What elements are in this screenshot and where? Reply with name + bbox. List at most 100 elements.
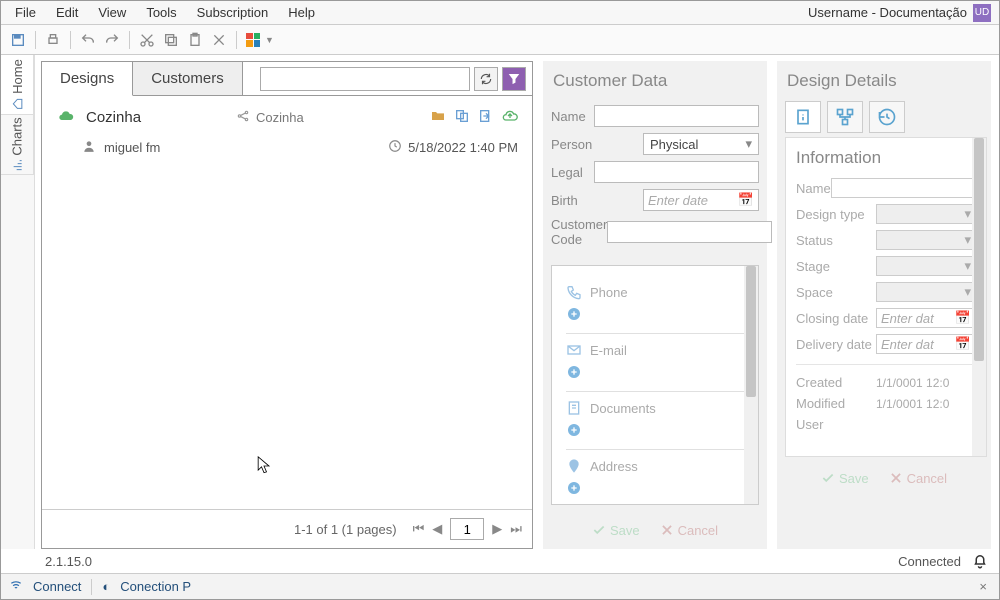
input-legal[interactable] [594, 161, 759, 183]
scrollbar[interactable] [972, 138, 986, 456]
pager-next-icon[interactable]: ▶ [492, 521, 502, 537]
input-customer-name[interactable] [594, 105, 759, 127]
cut-icon[interactable] [136, 29, 158, 51]
history-tab-icon[interactable] [869, 101, 905, 133]
pager-page-input[interactable] [450, 518, 484, 540]
section-address: Address [566, 458, 744, 474]
information-heading: Information [796, 148, 976, 168]
calendar-icon[interactable]: 📅 [955, 336, 971, 352]
add-phone-icon[interactable] [566, 306, 744, 325]
menu-subscription[interactable]: Subscription [187, 2, 279, 23]
select-person-type[interactable]: Physical▾ [643, 133, 759, 155]
input-design-name[interactable] [831, 178, 984, 198]
color-picker-icon[interactable] [243, 30, 263, 50]
design-details-panel: Design Details Information Name Design t… [777, 61, 991, 549]
customer-data-title: Customer Data [543, 61, 767, 97]
sidetab-charts[interactable]: Charts [1, 115, 34, 175]
pager-first-icon[interactable]: ⏮ [413, 521, 425, 537]
input-delivery-date[interactable]: Enter dat📅 [876, 334, 976, 354]
customer-cancel-button[interactable]: Cancel [660, 523, 718, 538]
pager: 1-1 of 1 (1 pages) ⏮ ◀ ▶ ⏭ [42, 509, 532, 548]
design-cancel-button[interactable]: Cancel [889, 471, 947, 486]
contact-sections: Phone E-mail Documents Address [551, 265, 759, 505]
pager-prev-icon[interactable]: ◀ [432, 521, 442, 537]
wifi-icon [9, 578, 23, 595]
select-space[interactable]: ▾ [876, 282, 976, 302]
input-closing-date[interactable]: Enter dat📅 [876, 308, 976, 328]
status-bar-upper: 2.1.15.0 Connected [35, 549, 999, 573]
header-username: Username - Documentação [808, 5, 967, 20]
design-subrow[interactable]: miguel fm 5/18/2022 1:40 PM [52, 133, 522, 162]
cloud-icon [56, 108, 76, 127]
toolbar: ▼ [1, 25, 999, 55]
section-documents: Documents [566, 400, 744, 416]
design-save-button[interactable]: Save [821, 471, 869, 486]
design-row[interactable]: Cozinha Cozinha [52, 102, 522, 133]
graph-tab-icon[interactable] [827, 101, 863, 133]
menu-tools[interactable]: Tools [136, 2, 186, 23]
customer-save-button[interactable]: Save [592, 523, 640, 538]
user-avatar-badge[interactable]: UD [973, 4, 991, 22]
menu-edit[interactable]: Edit [46, 2, 88, 23]
design-name: Cozinha [86, 109, 236, 126]
version-label: 2.1.15.0 [45, 554, 92, 569]
add-document-icon[interactable] [566, 422, 744, 441]
connection-p-label[interactable]: Conection P [120, 579, 191, 594]
design-actions: Save Cancel [777, 461, 991, 496]
redo-icon[interactable] [101, 29, 123, 51]
tab-customers[interactable]: Customers [133, 62, 243, 95]
label-space: Space [796, 285, 876, 300]
copy-icon[interactable] [160, 29, 182, 51]
sidetab-home[interactable]: Home [1, 55, 34, 115]
info-tab-icon[interactable] [785, 101, 821, 133]
save-icon[interactable] [7, 29, 29, 51]
design-owner: miguel fm [104, 140, 160, 155]
bell-icon[interactable] [971, 552, 989, 570]
folder-open-icon[interactable] [430, 108, 446, 127]
delete-icon[interactable] [208, 29, 230, 51]
menu-bar: File Edit View Tools Subscription Help U… [1, 1, 999, 25]
customer-actions: Save Cancel [543, 513, 767, 548]
duplicate-icon[interactable] [454, 108, 470, 127]
select-design-type[interactable]: ▾ [876, 204, 976, 224]
calendar-icon[interactable]: 📅 [738, 192, 754, 208]
scrollbar[interactable] [744, 266, 758, 504]
pager-last-icon[interactable]: ⏭ [510, 521, 522, 537]
upload-cloud-icon[interactable] [502, 108, 518, 127]
menu-file[interactable]: File [5, 2, 46, 23]
add-email-icon[interactable] [566, 364, 744, 383]
refresh-button[interactable] [474, 67, 498, 91]
connection-p-icon: ◐ [102, 579, 110, 594]
status-bar-lower: Connect ◐ Conection P × [1, 573, 999, 599]
select-stage[interactable]: ▾ [876, 256, 976, 276]
menu-help[interactable]: Help [278, 2, 325, 23]
label-name: Name [551, 109, 594, 124]
label-modified: Modified [796, 396, 876, 411]
design-shared-name: Cozinha [256, 110, 304, 125]
sidetab-home-label: Home [10, 59, 25, 94]
filter-button[interactable] [502, 67, 526, 91]
export-icon[interactable] [478, 108, 494, 127]
design-date: 5/18/2022 1:40 PM [408, 140, 518, 155]
section-email: E-mail [566, 342, 744, 358]
close-statusbar-icon[interactable]: × [979, 579, 991, 594]
select-status[interactable]: ▾ [876, 230, 976, 250]
connect-button[interactable]: Connect [33, 579, 81, 594]
chevron-down-icon: ▾ [964, 206, 971, 222]
input-birth-date[interactable]: Enter date📅 [643, 189, 759, 211]
label-status: Status [796, 233, 876, 248]
undo-icon[interactable] [77, 29, 99, 51]
search-input[interactable] [260, 67, 470, 91]
dropdown-caret-icon[interactable]: ▼ [265, 35, 274, 45]
label-design-name: Name [796, 181, 831, 196]
print-icon[interactable] [42, 29, 64, 51]
tab-designs[interactable]: Designs [42, 62, 133, 96]
paste-icon[interactable] [184, 29, 206, 51]
add-address-icon[interactable] [566, 480, 744, 499]
calendar-icon[interactable]: 📅 [955, 310, 971, 326]
label-closing: Closing date [796, 311, 876, 326]
menu-view[interactable]: View [88, 2, 136, 23]
label-delivery: Delivery date [796, 337, 876, 352]
label-birth: Birth [551, 193, 643, 208]
input-customer-code[interactable] [607, 221, 772, 243]
